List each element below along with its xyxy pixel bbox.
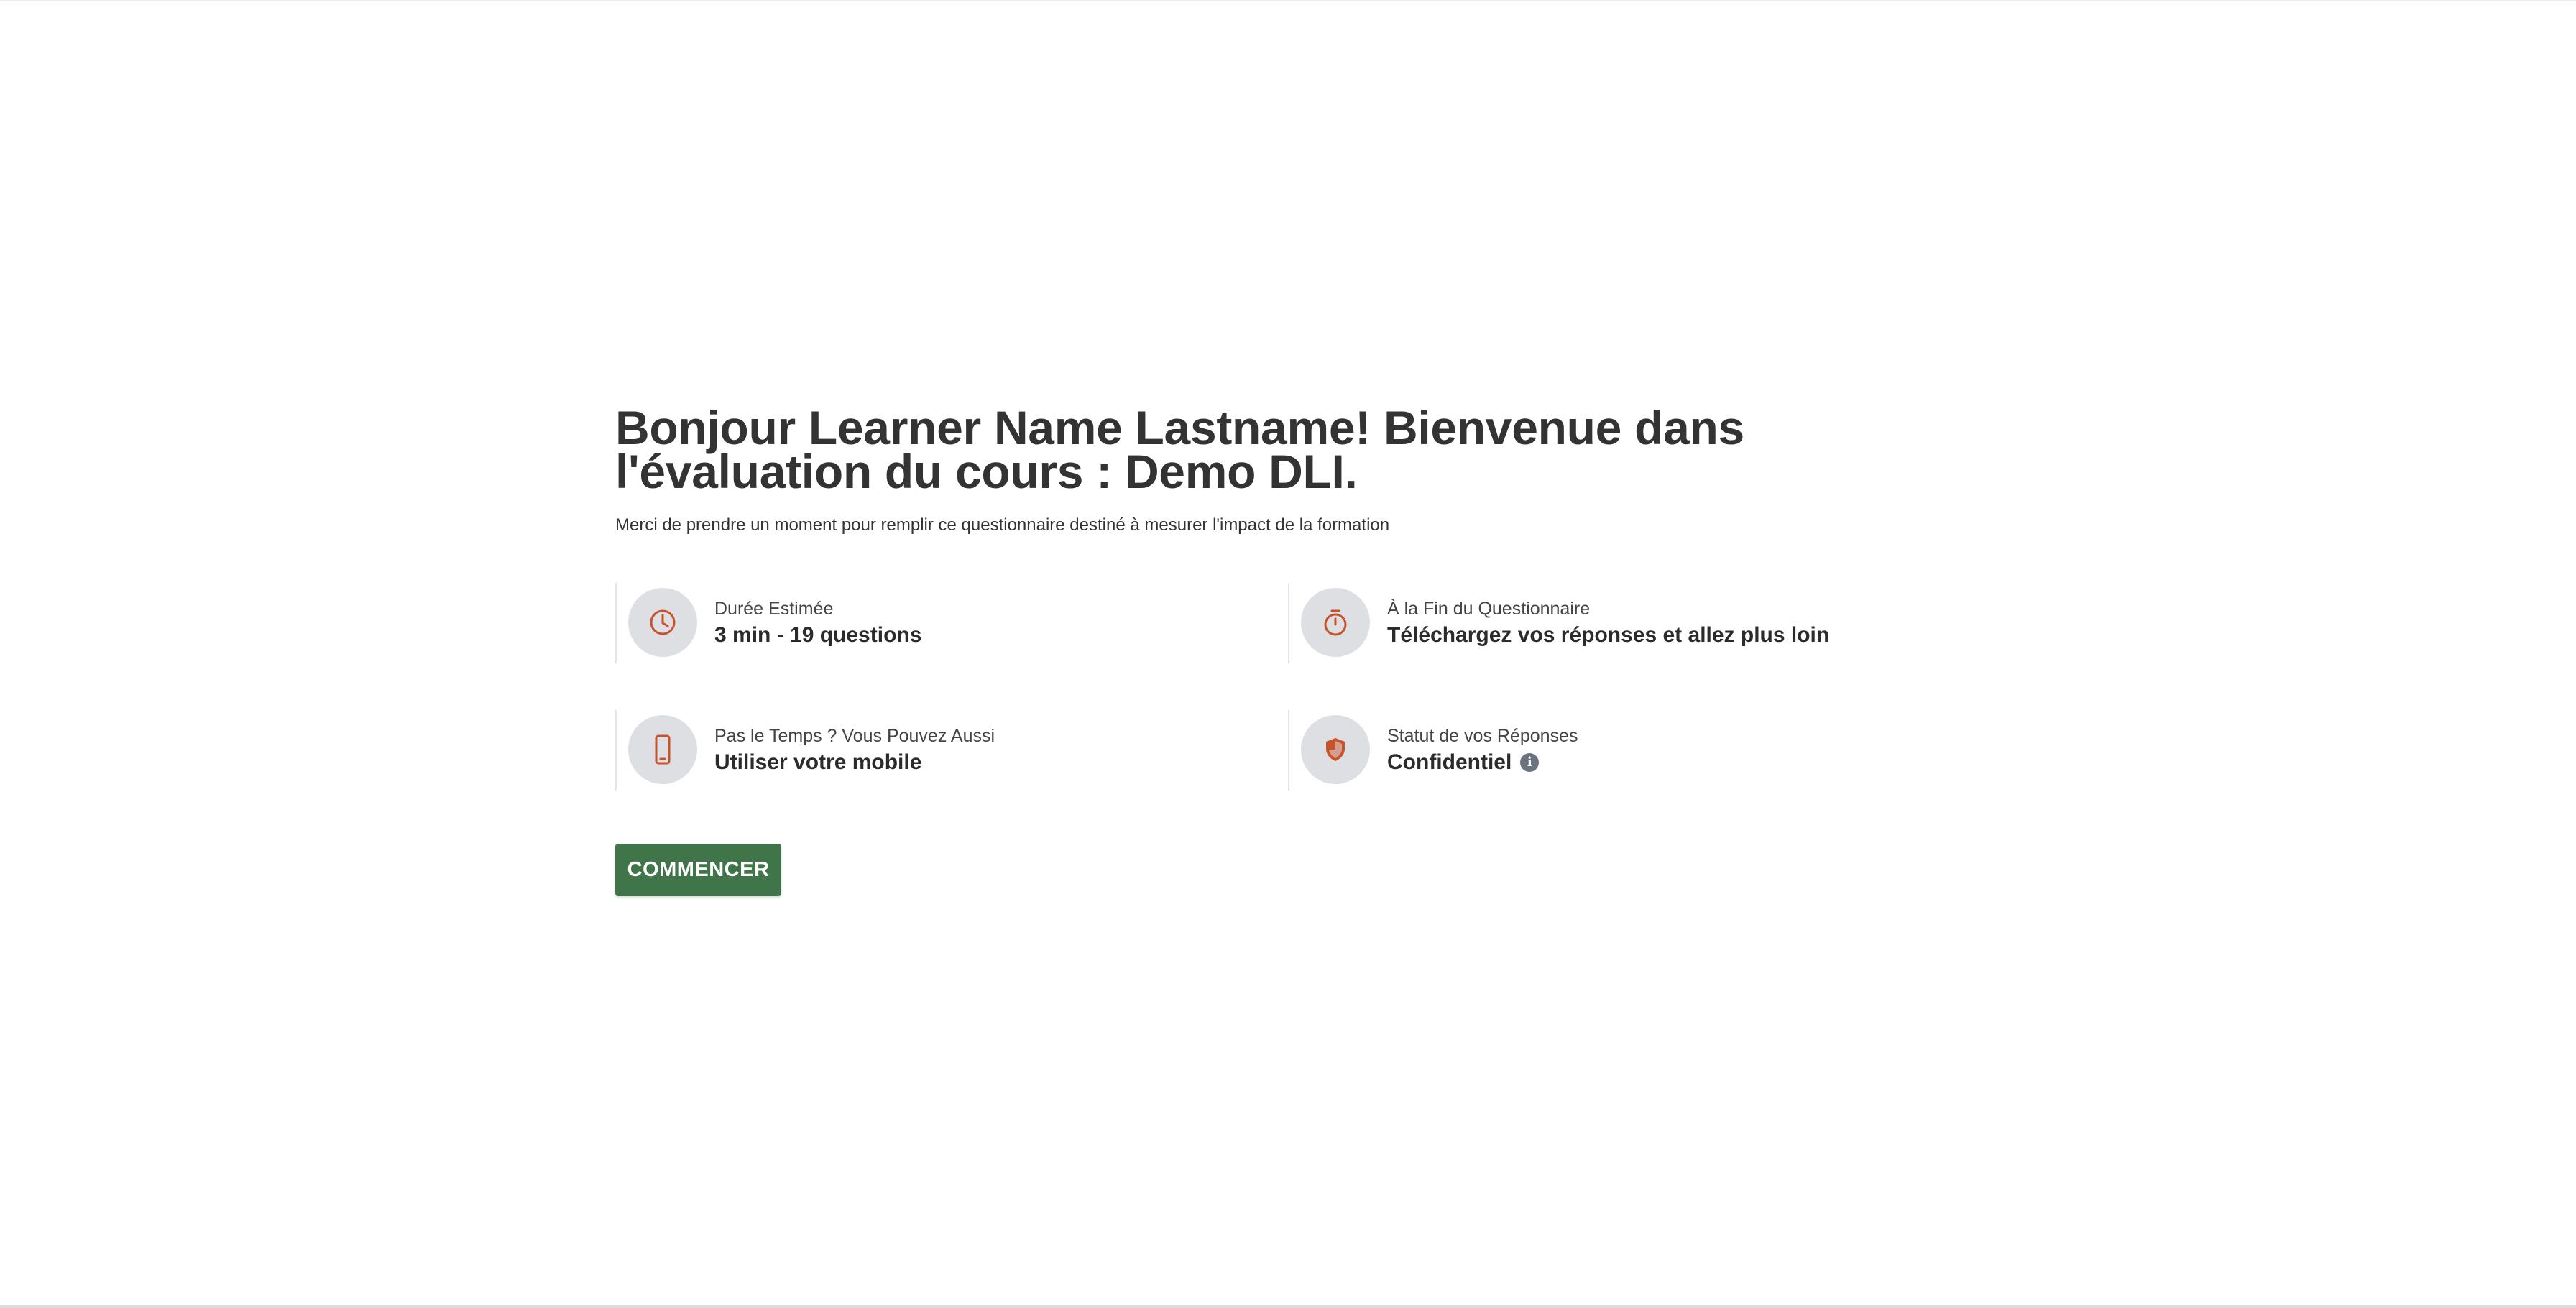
info-card-confidentiality: Statut de vos Réponses Confidentiel i	[1288, 710, 1920, 791]
info-card-mobile: Pas le Temps ? Vous Pouvez Aussi Utilise…	[615, 710, 1248, 791]
clock-icon	[628, 588, 697, 657]
welcome-panel: Bonjour Learner Name Lastname! Bienvenue…	[615, 401, 1981, 896]
info-card-duration: Durée Estimée 3 min - 19 questions	[615, 583, 1248, 663]
mobile-phone-icon	[628, 715, 697, 784]
info-cards-grid: Durée Estimée 3 min - 19 questions À la …	[615, 583, 1981, 791]
info-card-value: Utiliser votre mobile	[714, 750, 922, 774]
info-card-label: Pas le Temps ? Vous Pouvez Aussi	[714, 726, 995, 746]
info-card-value: Téléchargez vos réponses et allez plus l…	[1387, 623, 1830, 647]
top-divider	[0, 0, 2576, 1]
info-card-label: Statut de vos Réponses	[1387, 726, 1578, 746]
info-card-label: Durée Estimée	[714, 599, 834, 619]
page-subtitle: Merci de prendre un moment pour remplir …	[615, 515, 1390, 535]
page-title: Bonjour Learner Name Lastname! Bienvenue…	[615, 401, 1744, 498]
info-card-value: Confidentiel i	[1387, 747, 1578, 778]
shield-icon	[1301, 715, 1370, 784]
stopwatch-icon	[1301, 588, 1370, 657]
start-button[interactable]: COMMENCER	[615, 844, 781, 896]
info-icon[interactable]: i	[1520, 753, 1540, 772]
bottom-divider	[0, 1305, 2576, 1308]
info-card-value: 3 min - 19 questions	[714, 623, 922, 647]
info-card-label: À la Fin du Questionnaire	[1387, 599, 1591, 619]
info-card-end-of-survey: À la Fin du Questionnaire Téléchargez vo…	[1288, 583, 1920, 663]
